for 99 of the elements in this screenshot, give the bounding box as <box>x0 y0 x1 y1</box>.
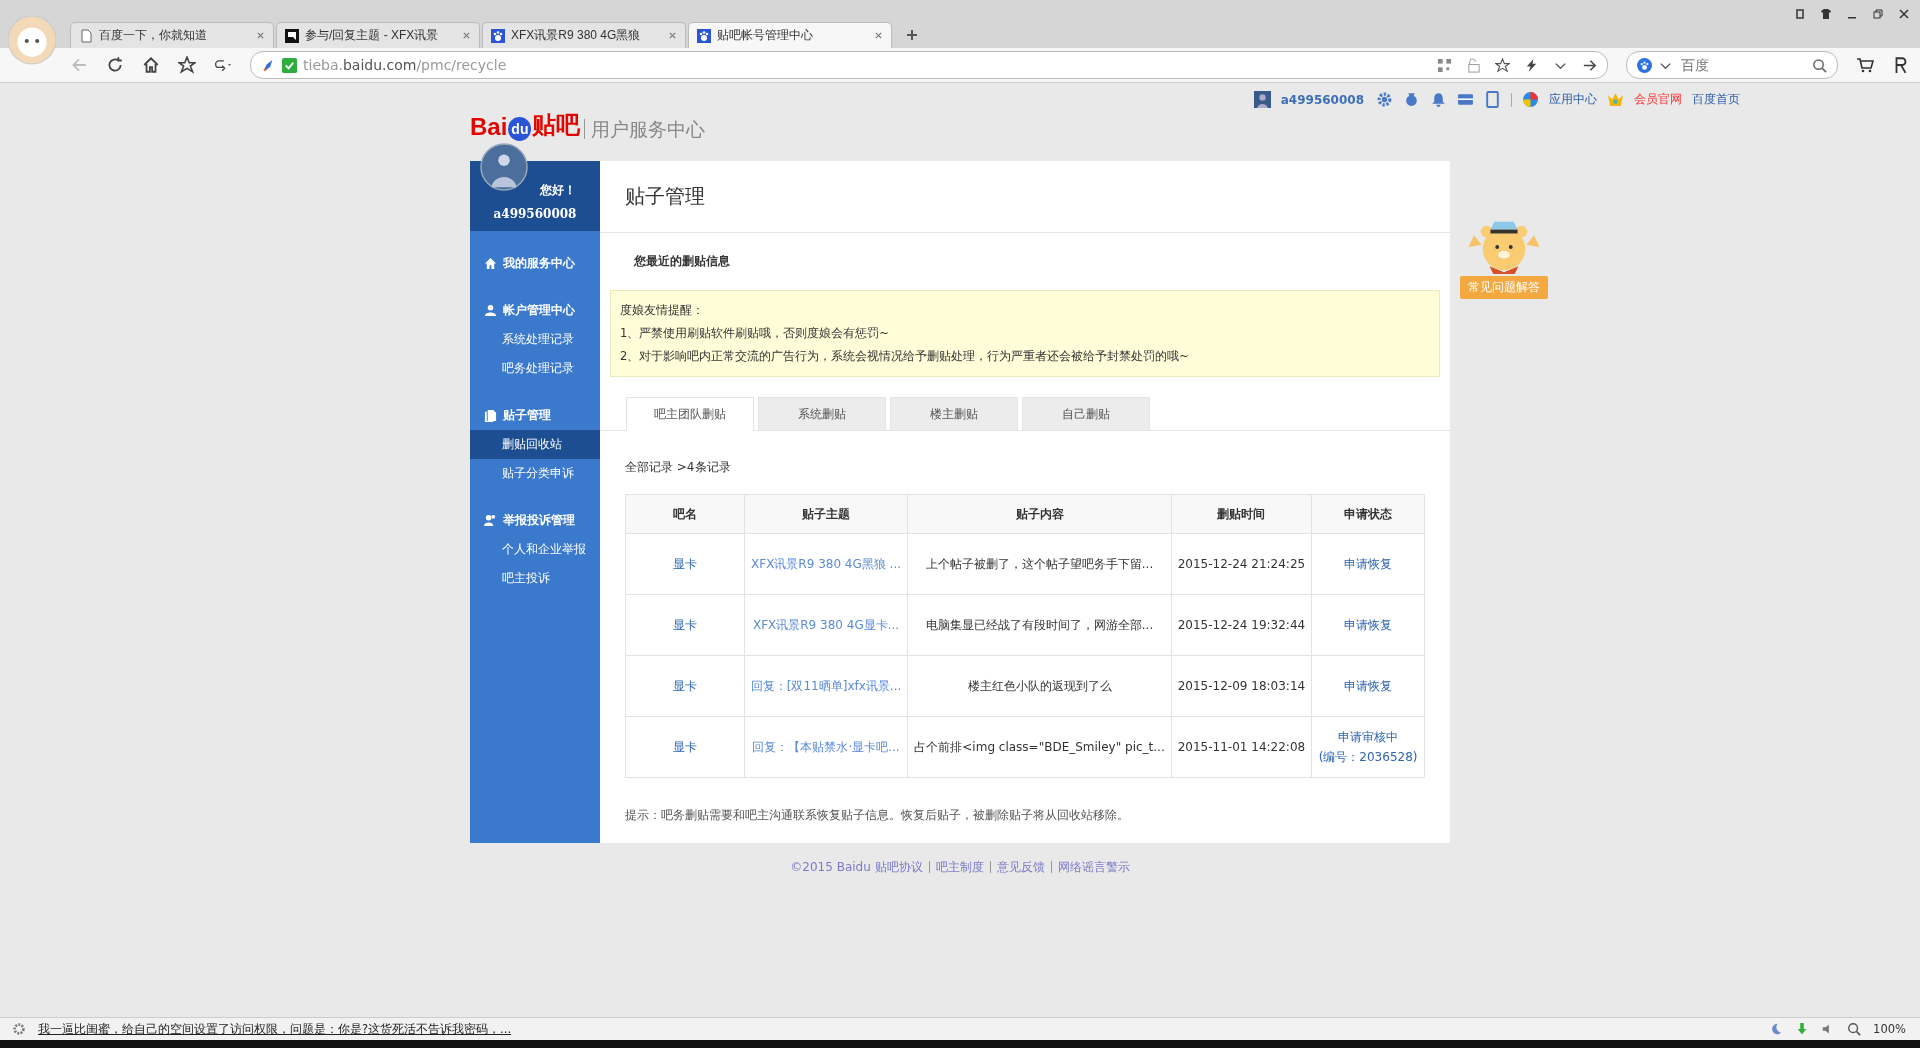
browser-tab[interactable]: XFX讯景R9 380 4G黑狼 <box>482 22 686 48</box>
search-icon[interactable] <box>1812 57 1827 73</box>
baidu-tieba-logo[interactable]: Bai du 贴吧 <box>470 109 581 141</box>
column-header: 贴子主题 <box>744 494 908 534</box>
sidebar-item[interactable]: 贴子分类申诉 <box>470 459 600 488</box>
star-icon[interactable] <box>178 56 196 74</box>
footer-link[interactable]: 意见反馈 <box>989 861 1051 873</box>
home-icon[interactable] <box>142 56 160 74</box>
status-link[interactable]: 申请审核中 <box>1318 727 1418 747</box>
window-mode-icon[interactable] <box>1794 8 1806 20</box>
app-center-icon <box>1522 91 1539 108</box>
tab-title: 贴吧帐号管理中心 <box>717 27 814 44</box>
avatar-icon[interactable] <box>1253 91 1271 108</box>
tab[interactable]: 系统删贴 <box>758 397 886 431</box>
url-text: tieba.baidu.com/pmc/recycle <box>303 57 507 73</box>
bell-icon[interactable] <box>1430 91 1447 108</box>
shirt-icon[interactable] <box>1820 8 1832 20</box>
tab-title: XFX讯景R9 380 4G黑狼 <box>511 27 642 44</box>
tab[interactable]: 吧主团队删贴 <box>626 397 754 431</box>
tablet-icon[interactable] <box>1484 91 1501 108</box>
settings-icon[interactable] <box>1376 91 1393 108</box>
star-icon[interactable] <box>1495 57 1510 73</box>
browser-tab[interactable]: 贴吧帐号管理中心 <box>688 22 892 48</box>
tab-title: 百度一下，你就知道 <box>99 27 208 44</box>
crown-icon <box>1607 91 1624 108</box>
header-link[interactable]: 百度首页 <box>1692 91 1740 108</box>
delete-time: 2015-12-24 21:24:25 <box>1177 557 1306 571</box>
hint-text: 提示：吧务删贴需要和吧主沟通联系恢复贴子信息。恢复后贴子，被删除贴子将从回收站移除。 <box>624 807 1130 824</box>
sidebar-section-link[interactable]: 帐户管理中心 <box>470 278 600 325</box>
home-icon <box>484 257 497 270</box>
forum-link[interactable]: 显卡 <box>672 556 697 571</box>
post-content: 电脑集显已经战了有段时间了，网游全部... <box>925 617 1154 632</box>
column-header: 吧名 <box>625 494 745 534</box>
refresh-icon[interactable] <box>106 56 124 74</box>
sidebar-item[interactable]: 系统处理记录 <box>470 325 600 354</box>
header-link[interactable]: 应用中心 <box>1549 91 1597 108</box>
avatar <box>480 143 528 191</box>
breadcrumb: 全部记录 >4条记录 <box>624 459 732 476</box>
page-icon <box>79 28 93 43</box>
post-content: 楼主红色小队的返现到了么 <box>967 678 1112 693</box>
address-bar[interactable]: tieba.baidu.com/pmc/recycle <box>250 51 1608 79</box>
footer-link[interactable]: ©2015 Baidu 贴吧协议 <box>784 861 929 873</box>
notice-title: 度娘友情提醒： <box>620 303 705 318</box>
paw-icon <box>491 28 505 43</box>
tab[interactable]: 楼主删贴 <box>890 397 1018 431</box>
document-icon <box>484 409 497 422</box>
browser-tab[interactable]: 百度一下，你就知道 <box>70 22 274 48</box>
zoom-icon[interactable] <box>1847 1022 1862 1036</box>
cart-icon[interactable] <box>1856 56 1874 74</box>
paw-icon <box>1637 57 1652 73</box>
sidebar-item[interactable]: 个人和企业举报 <box>470 535 600 564</box>
sidebar-section-link[interactable]: 贴子管理 <box>470 383 600 430</box>
zoom-level[interactable]: 100% <box>1873 1022 1906 1036</box>
restore-icon[interactable] <box>1872 8 1884 20</box>
qr-code-icon[interactable] <box>1437 57 1452 73</box>
footer-link[interactable]: 吧主制度 <box>928 861 990 873</box>
user-icon <box>484 304 497 317</box>
column-header: 贴子内容 <box>907 494 1172 534</box>
paw-icon <box>697 28 711 43</box>
username-link[interactable]: a499560008 <box>1280 92 1364 107</box>
search-bar[interactable]: 百度 <box>1626 51 1838 79</box>
users-icon <box>484 514 497 527</box>
secure-check-icon <box>282 57 297 73</box>
post-content: 上个帖子被删了，这个帖子望吧务手下留... <box>925 556 1154 571</box>
section-title: 您最近的删贴信息 <box>633 253 731 270</box>
close-icon[interactable] <box>874 31 883 40</box>
moon-icon[interactable] <box>1769 1022 1784 1036</box>
new-tab-button[interactable] <box>906 29 918 41</box>
close-icon[interactable] <box>1898 8 1910 20</box>
bag-icon[interactable] <box>1403 91 1420 108</box>
delete-time: 2015-11-01 14:22:08 <box>1177 740 1306 754</box>
delete-time: 2015-12-24 19:32:44 <box>1177 618 1306 632</box>
tab-title: 参与/回复主题 - XFX讯景 <box>305 27 440 44</box>
notice-line: 1、严禁使用刷贴软件刷贴哦，否则度娘会有惩罚~ <box>620 326 890 341</box>
browser-tab[interactable]: 参与/回复主题 - XFX讯景 <box>276 22 480 48</box>
greeting-text: 您好！ <box>540 182 576 199</box>
status-link[interactable]: (编号：2036528) <box>1318 747 1418 767</box>
forum-link[interactable]: 显卡 <box>672 678 697 693</box>
post-content: 占个前排<img class="BDE_Smiley" pic_t... <box>914 739 1165 754</box>
sidebar-item[interactable]: 删贴回收站 <box>470 430 600 459</box>
sidebar-item[interactable]: 吧主投诉 <box>470 564 600 593</box>
news-ticker-link[interactable]: 我一逼比闺蜜，给自己的空间设置了访问权限，问题是：你是?这货死活不告诉我密码，... <box>38 1021 512 1037</box>
sidebar-section-link[interactable]: 我的服务中心 <box>470 231 600 278</box>
column-header: 申请状态 <box>1311 494 1425 534</box>
delete-time: 2015-12-09 18:03:14 <box>1177 679 1306 693</box>
notice-line: 2、对于影响吧内正常交流的广告行为，系统会视情况给予删贴处理，行为严重者还会被给予封禁处罚的哦~ <box>620 349 1190 364</box>
sidebar-section-link[interactable]: 举报投诉管理 <box>470 488 600 535</box>
store-icon[interactable] <box>1457 91 1474 108</box>
forum-link[interactable]: 显卡 <box>672 617 697 632</box>
tab[interactable]: 自己删贴 <box>1022 397 1150 431</box>
page-title: 贴子管理 <box>600 161 1450 233</box>
username-text: a499560008 <box>493 207 577 221</box>
site-subtitle: 用户服务中心 <box>584 119 706 139</box>
lock-icon[interactable] <box>1466 57 1481 73</box>
settings-icon[interactable] <box>12 1022 26 1036</box>
footer-link[interactable]: 网络谣言警示 <box>1050 861 1136 873</box>
column-header: 删贴时间 <box>1171 494 1312 534</box>
forum-link[interactable]: 显卡 <box>672 739 697 754</box>
sidebar-item[interactable]: 吧务处理记录 <box>470 354 600 383</box>
